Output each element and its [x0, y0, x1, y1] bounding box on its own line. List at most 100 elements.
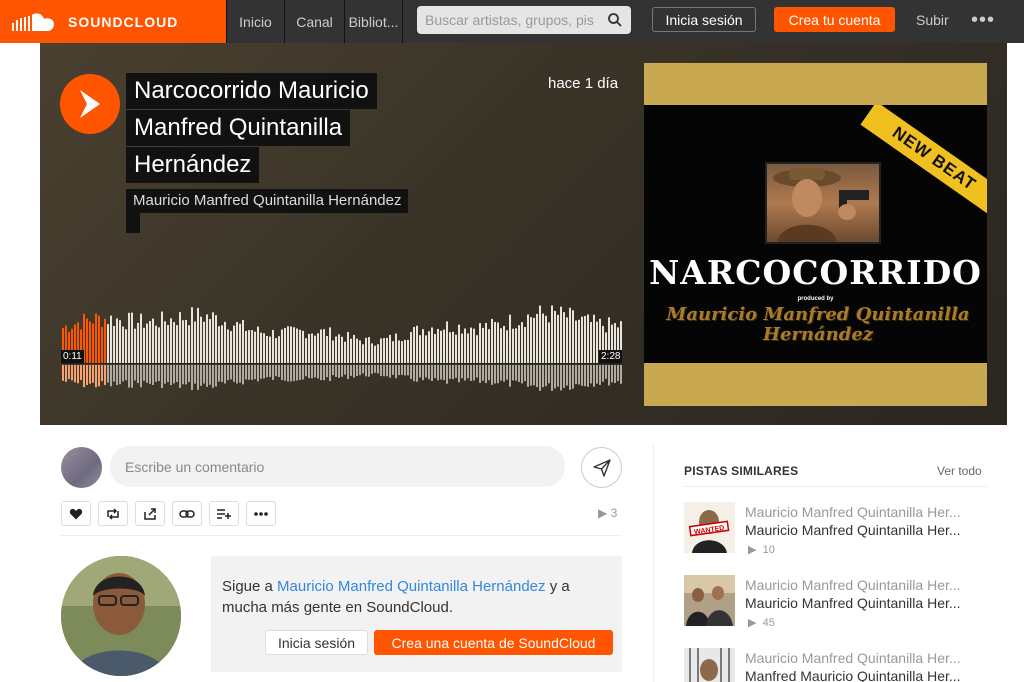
waveform-reflection-bar [287, 365, 289, 382]
nav-home[interactable]: Inicio [226, 0, 285, 43]
related-track-artist[interactable]: Mauricio Manfred Quintanilla Her... [745, 504, 961, 520]
waveform-reflection-bar [413, 365, 415, 382]
like-button[interactable] [61, 501, 91, 526]
waveform-reflection-bar [284, 365, 286, 381]
waveform-reflection-bar [182, 365, 184, 385]
waveform-reflection-bar [113, 365, 115, 382]
waveform-bar [161, 311, 163, 363]
send-comment-button[interactable] [581, 447, 622, 488]
nav-library[interactable]: Bibliot... [345, 0, 403, 43]
add-to-playlist-button[interactable] [209, 501, 239, 526]
waveform-reflection-bar [110, 365, 112, 387]
waveform-bar [479, 323, 481, 363]
waveform-bar [521, 322, 523, 363]
waveform-bar [566, 317, 568, 363]
related-track[interactable]: WANTED Mauricio Manfred Quintanilla Her.… [684, 502, 989, 558]
related-track[interactable]: Mauricio Manfred Quintanilla Her... Maur… [684, 575, 989, 631]
waveform[interactable] [62, 301, 624, 393]
waveform-reflection-bar [299, 365, 301, 380]
waveform-bar [500, 328, 502, 363]
heart-icon [69, 508, 83, 519]
waveform-bar [485, 322, 487, 363]
waveform-bar [512, 328, 514, 363]
related-track-title[interactable]: Mauricio Manfred Quintanilla Her... [745, 595, 961, 611]
jail-photo-image [684, 648, 735, 682]
nav-stream[interactable]: Canal [285, 0, 345, 43]
waveform-bar [233, 325, 235, 363]
waveform-reflection-bar [68, 365, 70, 379]
waveform-reflection-bar [464, 365, 466, 381]
waveform-reflection-bar [545, 365, 547, 387]
repost-button[interactable] [98, 501, 128, 526]
follow-login-button[interactable]: Inicia sesión [265, 630, 368, 655]
search-input[interactable] [425, 12, 605, 28]
header-create-account-button[interactable]: Crea tu cuenta [774, 7, 895, 32]
related-track-artwork[interactable] [684, 575, 735, 626]
waveform-reflection-bar [410, 365, 412, 379]
waveform-bar [287, 326, 289, 363]
header-login-button[interactable]: Inicia sesión [652, 7, 756, 32]
waveform-bar [578, 319, 580, 363]
related-track-artist[interactable]: Mauricio Manfred Quintanilla Her... [745, 650, 961, 666]
waveform-reflection-bar [491, 365, 493, 385]
waveform-bar [302, 330, 304, 363]
related-track[interactable]: Mauricio Manfred Quintanilla Her... Manf… [684, 648, 989, 682]
related-track-artwork[interactable]: WANTED [684, 502, 735, 553]
artist-avatar[interactable] [61, 556, 181, 676]
waveform-reflection-bar [386, 365, 388, 377]
top-header: SOUNDCLOUD Inicio Canal Bibliot... Inici… [0, 0, 1024, 43]
related-track-title[interactable]: Manfred Mauricio Quintanilla Her... [745, 668, 961, 682]
waveform-reflection-bar [80, 365, 82, 381]
play-button[interactable] [60, 74, 120, 134]
waveform-reflection-bar [494, 365, 496, 384]
waveform-bar [581, 316, 583, 363]
waveform-reflection-bar [608, 365, 610, 386]
waveform-bar [332, 340, 334, 363]
waveform-bar [371, 343, 373, 363]
share-button[interactable] [135, 501, 165, 526]
upload-link[interactable]: Subir [916, 12, 949, 28]
share-icon [144, 507, 156, 520]
artwork-name-line-2: Hernández [762, 324, 874, 345]
waveform-bar [242, 319, 244, 363]
waveform-bar [470, 327, 472, 363]
waveform-reflection-bar [398, 365, 400, 376]
waveform-reflection-bar [104, 365, 106, 385]
waveform-bar [197, 307, 199, 363]
track-artist-link[interactable]: Mauricio Manfred Quintanilla Hernández [126, 189, 409, 213]
track-title-line-2: Manfred Quintanilla [126, 110, 351, 146]
waveform-reflection-bar [194, 365, 196, 384]
more-actions-button[interactable] [246, 501, 276, 526]
more-menu-icon[interactable]: ••• [971, 9, 995, 32]
waveform-reflection-bar [260, 365, 262, 379]
related-track-title[interactable]: Mauricio Manfred Quintanilla Her... [745, 522, 961, 538]
waveform-reflection-bar [338, 365, 340, 378]
related-tracks-title: PISTAS SIMILARES [684, 464, 799, 478]
follow-artist-link[interactable]: Mauricio Manfred Quintanilla Hernández [277, 578, 545, 595]
play-count-icon: ▶ [748, 544, 757, 556]
comment-input[interactable] [125, 458, 525, 475]
search-icon[interactable] [607, 12, 623, 28]
waveform-reflection-bar [212, 365, 214, 388]
waveform-bar [443, 329, 445, 363]
waveform-reflection-bar [566, 365, 568, 386]
waveform-bar [386, 337, 388, 363]
view-all-link[interactable]: Ver todo [937, 464, 982, 478]
follow-create-account-button[interactable]: Crea una cuenta de SoundCloud [374, 630, 613, 655]
artwork-title: NARCOCORRIDO [649, 253, 982, 292]
waveform-reflection-bar [512, 365, 514, 381]
copy-link-button[interactable] [172, 501, 202, 526]
related-track-artist[interactable]: Mauricio Manfred Quintanilla Her... [745, 577, 961, 593]
waveform-reflection-bar [479, 365, 481, 383]
waveform-bar [404, 339, 406, 363]
waveform-reflection-bar [548, 365, 550, 384]
soundcloud-logo[interactable]: SOUNDCLOUD [0, 0, 226, 43]
waveform-reflection-bar [359, 365, 361, 376]
waveform-reflection-bar [440, 365, 442, 380]
waveform-bar [323, 329, 325, 363]
waveform-reflection-bar [356, 365, 358, 376]
waveform-reflection-bar [572, 365, 574, 389]
waveform-reflection-bar [188, 365, 190, 382]
related-track-artwork[interactable] [684, 648, 735, 682]
waveform-bar [503, 325, 505, 363]
